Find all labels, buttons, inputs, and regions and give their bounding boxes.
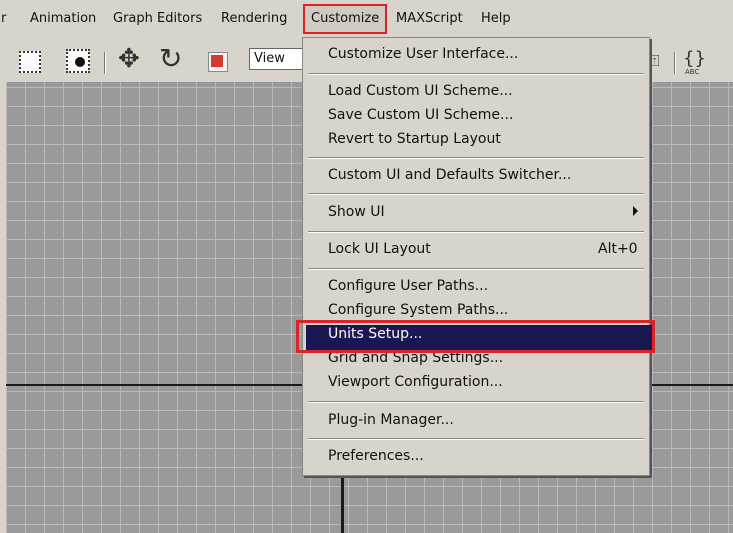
menu-rendering[interactable]: Rendering [221, 11, 287, 26]
reference-coordinate-dropdown[interactable]: View [249, 48, 303, 70]
toolbar-separator [674, 52, 676, 74]
customize-dropdown-menu: Customize User Interface... Load Custom … [302, 37, 652, 476]
app-window: r Animation Graph Editors Rendering Cust… [0, 0, 733, 533]
menu-item-plugin-manager[interactable]: Plug-in Manager... [328, 412, 454, 428]
menu-item-partial[interactable]: r [1, 11, 6, 26]
rotate-icon[interactable]: ↻ [159, 42, 182, 75]
menu-animation[interactable]: Animation [30, 11, 96, 26]
abc-icon[interactable]: {} ABC [683, 48, 706, 78]
annotation-highlight-box [296, 320, 655, 353]
select-dot [75, 57, 85, 67]
menu-help[interactable]: Help [481, 11, 511, 26]
menu-item-save-scheme[interactable]: Save Custom UI Scheme... [328, 107, 513, 123]
menu-divider [308, 73, 644, 75]
menu-divider [308, 268, 644, 270]
menu-item-revert-layout[interactable]: Revert to Startup Layout [328, 131, 501, 147]
menu-divider [308, 401, 644, 403]
toolbar-separator [104, 52, 106, 74]
select-region-icon[interactable] [19, 51, 41, 73]
submenu-arrow-icon [633, 206, 638, 216]
select-object-icon[interactable] [66, 49, 92, 75]
menu-divider [308, 231, 644, 233]
menu-divider [308, 157, 644, 159]
menu-item-preferences[interactable]: Preferences... [328, 448, 424, 464]
menu-customize[interactable]: Customize [303, 4, 388, 34]
lock-ui-shortcut: Alt+0 [598, 241, 638, 257]
menu-bar: r Animation Graph Editors Rendering Cust… [0, 0, 733, 38]
menu-maxscript[interactable]: MAXScript [396, 11, 463, 26]
menu-item-system-paths[interactable]: Configure System Paths... [328, 302, 508, 318]
align-icon[interactable]: ⍐ [650, 51, 660, 81]
menu-item-viewport-config[interactable]: Viewport Configuration... [328, 374, 503, 390]
menu-divider [308, 438, 644, 440]
menu-item-show-ui[interactable]: Show UI [328, 204, 385, 220]
menu-divider [308, 193, 644, 195]
menu-item-load-scheme[interactable]: Load Custom UI Scheme... [328, 83, 513, 99]
menu-item-ui-switcher[interactable]: Custom UI and Defaults Switcher... [328, 167, 571, 183]
menu-graph-editors[interactable]: Graph Editors [113, 11, 202, 26]
menu-item-lock-ui[interactable]: Lock UI Layout Alt+0 [328, 241, 638, 257]
move-icon[interactable]: ✥ [118, 44, 140, 74]
scale-icon[interactable] [208, 52, 228, 72]
menu-item-customize-ui[interactable]: Customize User Interface... [328, 46, 518, 62]
menu-item-user-paths[interactable]: Configure User Paths... [328, 278, 488, 294]
lock-ui-label: Lock UI Layout [328, 241, 431, 257]
